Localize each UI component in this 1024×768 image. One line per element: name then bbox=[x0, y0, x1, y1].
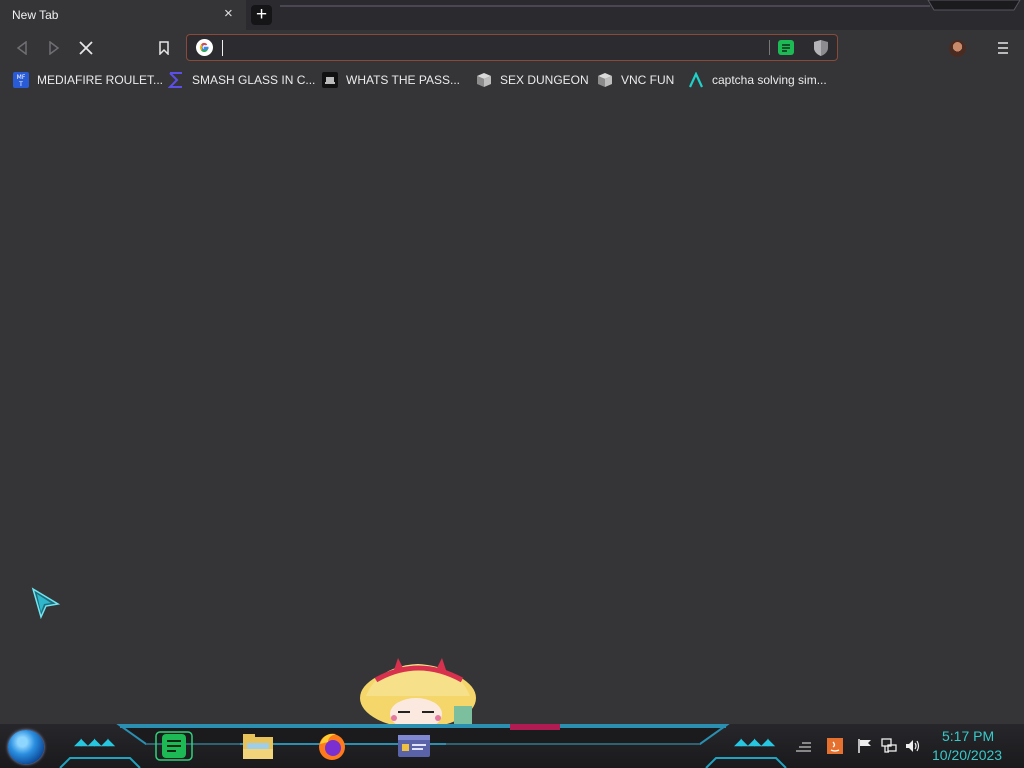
bookmark-vnc-fun[interactable]: VNC FUN bbox=[597, 72, 674, 88]
back-button[interactable] bbox=[12, 38, 32, 58]
bookmark-whats-the-pass[interactable]: WHATS THE PASS... bbox=[322, 72, 460, 88]
bookmark-sex-dungeon[interactable]: SEX DUNGEON bbox=[476, 72, 589, 88]
address-bar[interactable] bbox=[186, 34, 838, 61]
bookmark-page-button[interactable] bbox=[154, 38, 174, 58]
svg-text:MF: MF bbox=[17, 74, 26, 81]
tab-new-tab[interactable]: New Tab × bbox=[0, 0, 246, 30]
bookmark-label: captcha solving sim... bbox=[712, 73, 827, 87]
action-center-flag-icon[interactable] bbox=[857, 738, 873, 754]
stop-button[interactable] bbox=[76, 38, 96, 58]
new-tab-button[interactable]: + bbox=[251, 5, 272, 25]
bookmark-mediafire-roulette[interactable]: MF T MEDIAFIRE ROULET... bbox=[13, 72, 163, 88]
sigma-icon bbox=[168, 72, 182, 88]
tray-clock-date[interactable]: 10/20/2023 bbox=[932, 747, 1002, 763]
window-frame-decoration bbox=[927, 0, 1021, 11]
taskbar-notes-app[interactable] bbox=[152, 729, 196, 763]
bookmark-label: VNC FUN bbox=[621, 73, 675, 87]
google-icon bbox=[196, 39, 213, 56]
lambda-icon bbox=[689, 72, 703, 88]
bookmarks-bar: MF T MEDIAFIRE ROULET... SMASH GLASS IN … bbox=[0, 66, 1024, 94]
bookmark-label: SEX DUNGEON bbox=[500, 73, 589, 87]
tab-close-icon[interactable]: × bbox=[224, 6, 233, 22]
bookmark-captcha-solving[interactable]: captcha solving sim... bbox=[688, 72, 827, 88]
hamburger-menu-icon[interactable] bbox=[994, 38, 1012, 58]
terminal-icon bbox=[322, 72, 338, 88]
firefox-icon bbox=[319, 733, 345, 760]
taskbar-file-explorer[interactable] bbox=[236, 729, 280, 763]
taskbar: ◢◣◢◣◢◣ ◢◣◢◣◢◣ 5:17 PM 10/20/2023 bbox=[0, 724, 1024, 768]
profile-avatar-icon[interactable] bbox=[949, 40, 966, 57]
bookmark-smash-glass[interactable]: SMASH GLASS IN C... bbox=[168, 72, 315, 88]
spotify-extension-icon[interactable] bbox=[778, 40, 794, 55]
omnibox-separator bbox=[769, 40, 770, 55]
cube-icon bbox=[598, 73, 612, 87]
chevron-decoration: ◢◣◢◣◢◣ bbox=[74, 737, 115, 748]
java-icon[interactable] bbox=[827, 738, 843, 754]
bookmark-label: SMASH GLASS IN C... bbox=[192, 73, 316, 87]
mouse-cursor-icon bbox=[31, 587, 61, 619]
back-arrow-icon bbox=[16, 41, 27, 55]
forward-button[interactable] bbox=[44, 38, 64, 58]
network-icon[interactable] bbox=[881, 738, 897, 754]
tab-title: New Tab bbox=[12, 8, 59, 22]
show-hidden-icons-icon[interactable] bbox=[795, 740, 811, 756]
file-explorer-icon bbox=[243, 734, 273, 759]
cube-icon bbox=[477, 73, 491, 87]
desktop-mascot-image bbox=[360, 658, 476, 726]
stop-icon bbox=[79, 41, 93, 55]
frame-decoration bbox=[280, 5, 930, 7]
tab-strip: New Tab × + bbox=[0, 0, 1024, 30]
chevron-decoration: ◢◣◢◣◢◣ bbox=[734, 737, 775, 748]
volume-icon[interactable] bbox=[905, 738, 921, 754]
id-card-app-icon bbox=[398, 735, 430, 757]
bookmark-label: WHATS THE PASS... bbox=[346, 73, 461, 87]
taskbar-firefox[interactable] bbox=[310, 729, 354, 763]
start-orb-icon[interactable] bbox=[8, 730, 44, 764]
tray-clock-time[interactable]: 5:17 PM bbox=[942, 728, 994, 744]
browser-toolbar bbox=[0, 30, 1024, 66]
svg-text:T: T bbox=[18, 81, 23, 88]
taskbar-id-card-app[interactable] bbox=[392, 729, 436, 763]
shield-extension-icon[interactable] bbox=[813, 39, 829, 57]
new-tab-page bbox=[0, 94, 1024, 724]
bookmark-icon bbox=[159, 41, 169, 55]
mediafire-icon: MF T bbox=[13, 72, 29, 88]
forward-arrow-icon bbox=[49, 41, 60, 55]
address-input[interactable] bbox=[224, 37, 748, 60]
notes-app-icon bbox=[155, 731, 193, 761]
text-caret bbox=[222, 40, 223, 56]
bookmark-label: MEDIAFIRE ROULET... bbox=[37, 73, 164, 87]
